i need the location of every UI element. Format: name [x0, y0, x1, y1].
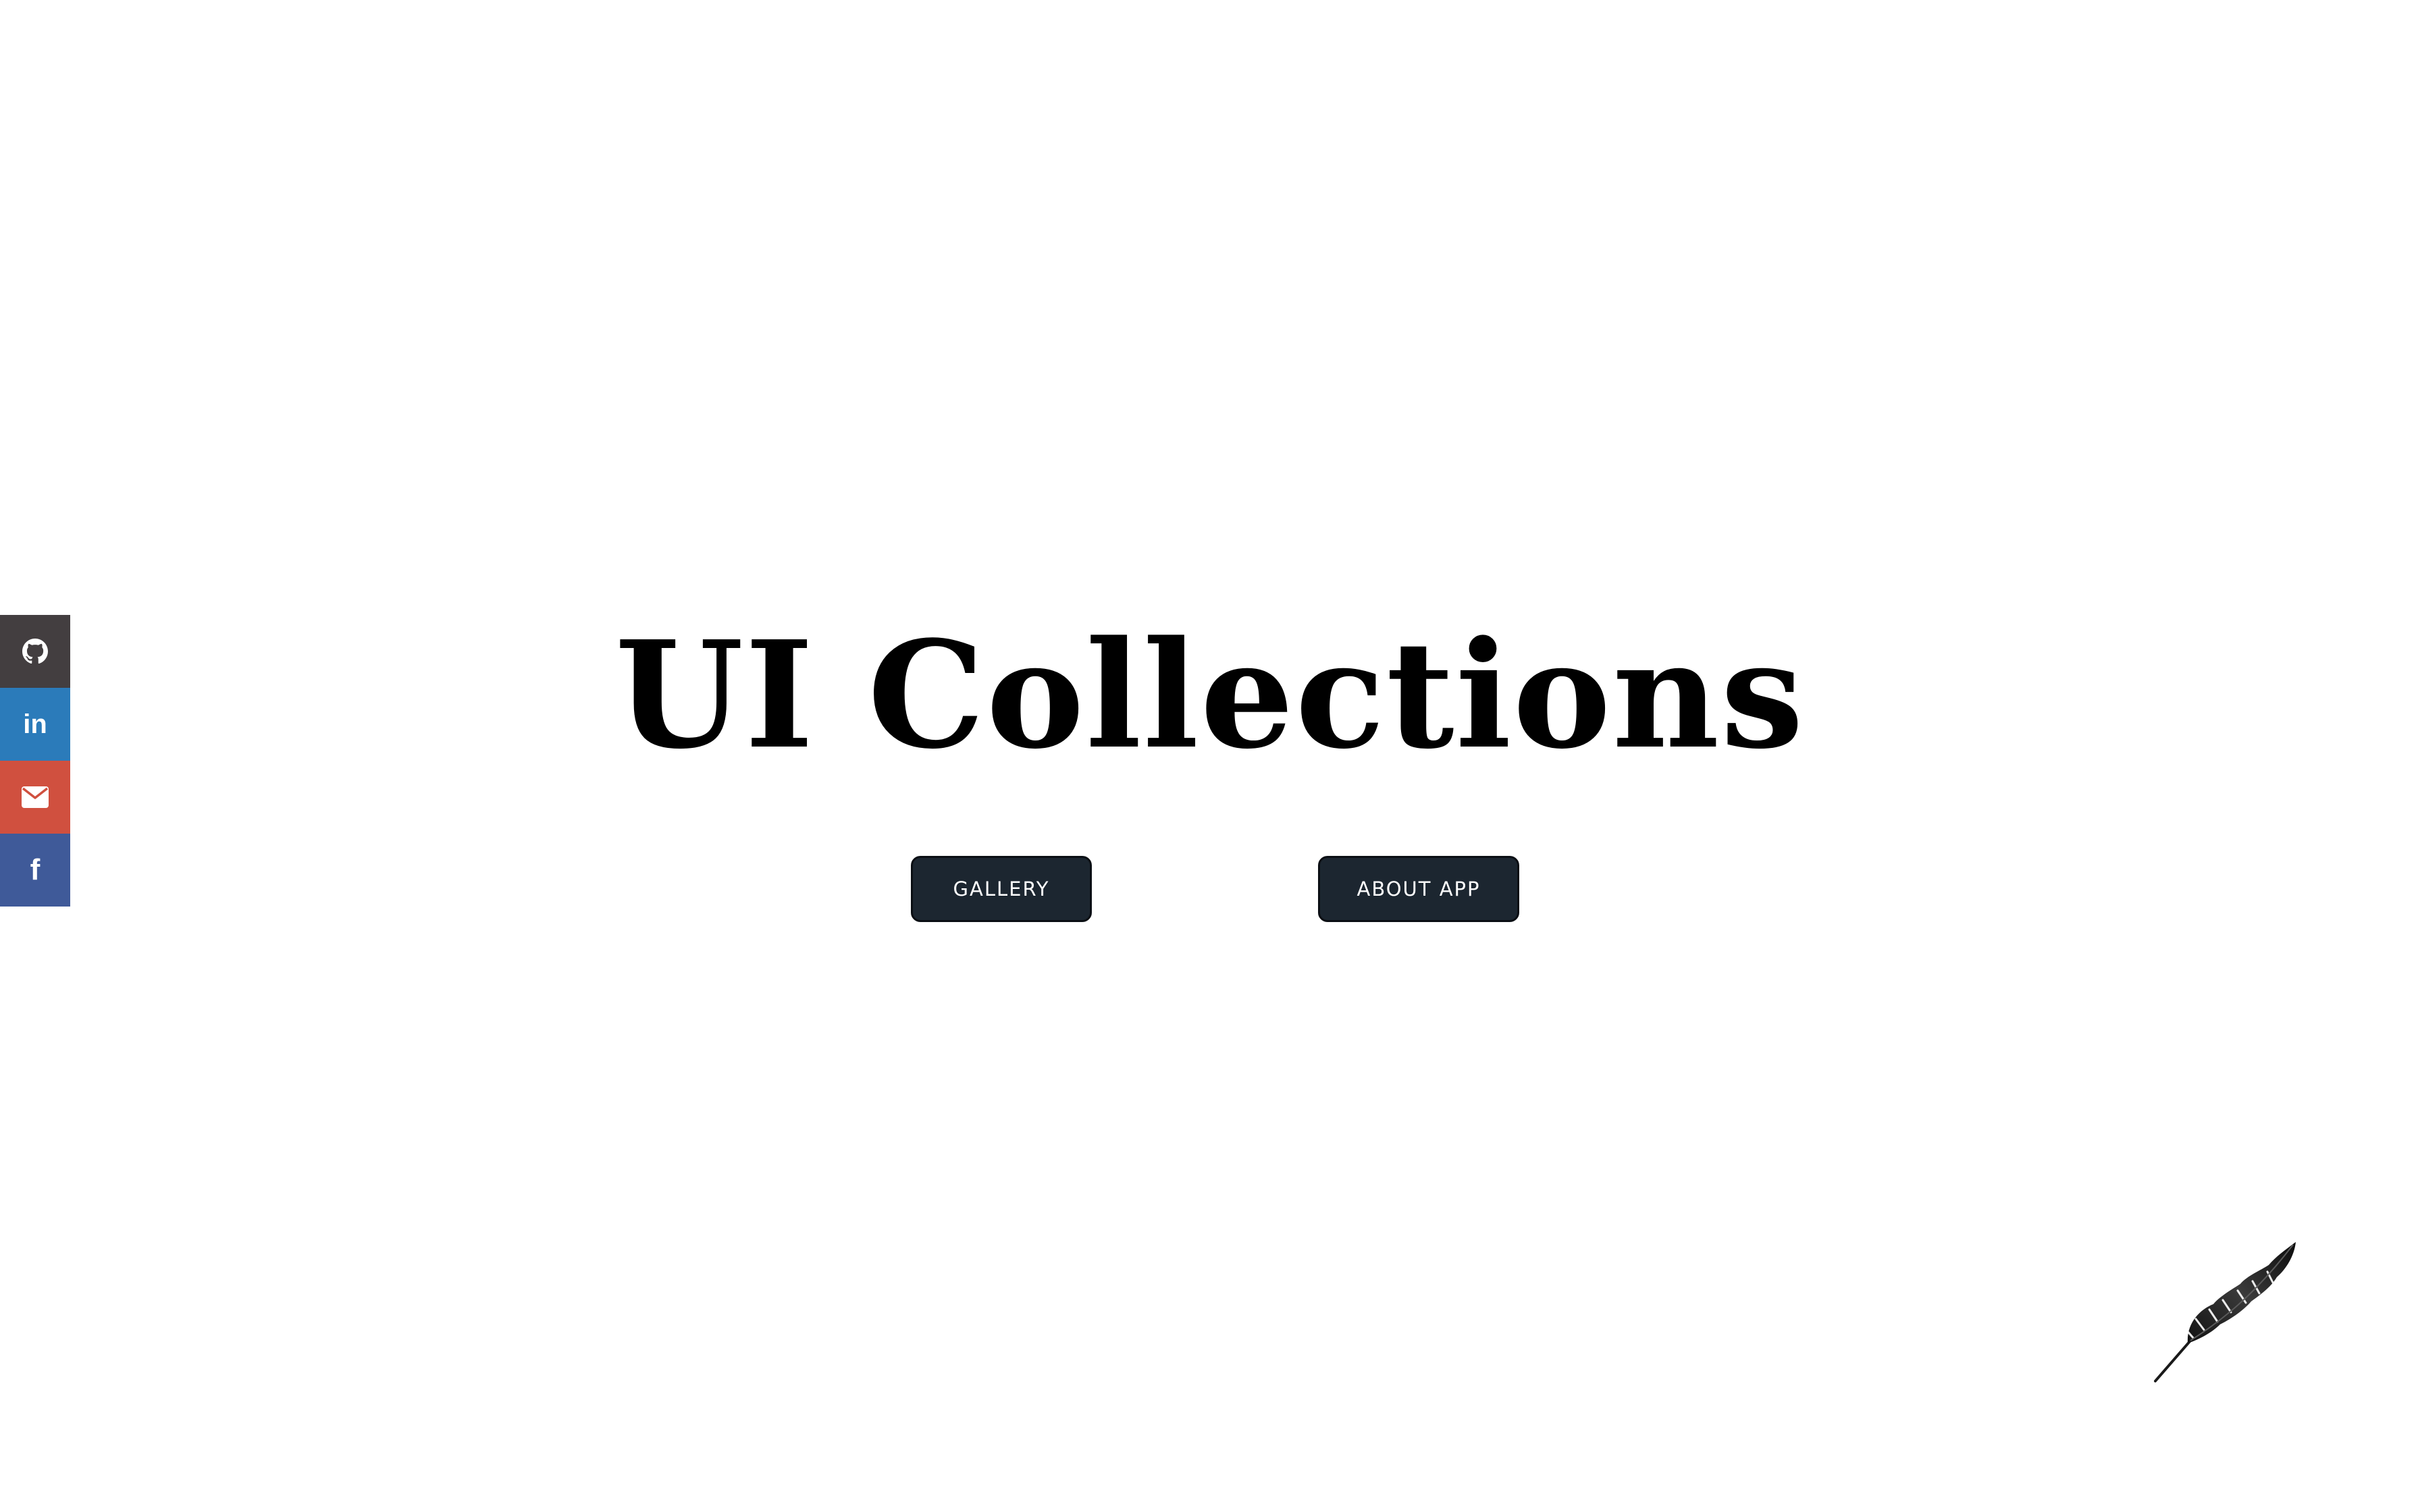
landing-page: in f UI Collections GALLERY ABOUT APP	[0, 0, 2420, 1512]
facebook-link[interactable]: f	[0, 834, 70, 907]
envelope-icon	[22, 786, 49, 808]
page-title: UI Collections	[614, 609, 1806, 782]
gallery-button[interactable]: GALLERY	[911, 856, 1092, 922]
facebook-icon: f	[30, 853, 41, 886]
feather-icon	[2153, 1242, 2297, 1384]
about-app-button[interactable]: ABOUT APP	[1318, 856, 1519, 922]
